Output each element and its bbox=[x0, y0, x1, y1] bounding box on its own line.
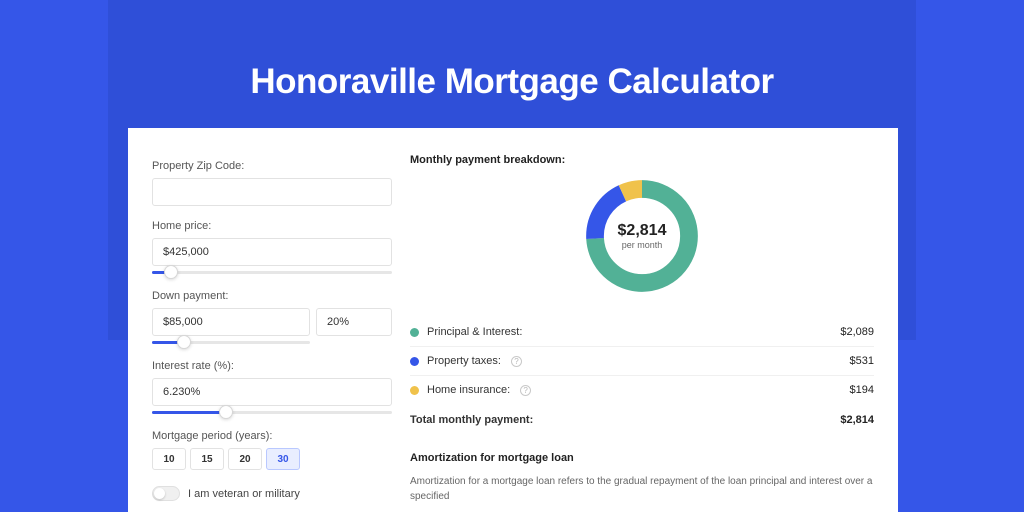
legend-value: $531 bbox=[850, 355, 874, 367]
veteran-toggle-row: I am veteran or military bbox=[152, 486, 392, 501]
form-column: Property Zip Code: Home price: Down paym… bbox=[152, 160, 392, 501]
page-title: Honoraville Mortgage Calculator bbox=[0, 62, 1024, 102]
legend-value: $194 bbox=[850, 384, 874, 396]
donut-chart: $2,814 per month bbox=[580, 174, 704, 298]
legend-value: $2,089 bbox=[840, 326, 874, 338]
mortgage-period-group: Mortgage period (years): 10152030 bbox=[152, 430, 392, 470]
legend-dot bbox=[410, 386, 419, 395]
down-payment-label: Down payment: bbox=[152, 290, 392, 302]
zip-group: Property Zip Code: bbox=[152, 160, 392, 206]
period-btn-15[interactable]: 15 bbox=[190, 448, 224, 470]
legend-row-2: Home insurance:? $194 bbox=[410, 376, 874, 404]
zip-label: Property Zip Code: bbox=[152, 160, 392, 172]
interest-rate-slider-fill bbox=[152, 411, 226, 414]
interest-rate-input[interactable] bbox=[152, 378, 392, 406]
home-price-group: Home price: bbox=[152, 220, 392, 278]
home-price-slider-thumb[interactable] bbox=[164, 265, 178, 279]
donut-sub: per month bbox=[622, 240, 663, 250]
interest-rate-label: Interest rate (%): bbox=[152, 360, 392, 372]
down-payment-input[interactable] bbox=[152, 308, 310, 336]
period-btn-30[interactable]: 30 bbox=[266, 448, 300, 470]
legend-label: Principal & Interest: bbox=[427, 326, 522, 338]
legend-dot bbox=[410, 328, 419, 337]
legend: Principal & Interest: $2,089 Property taxe… bbox=[410, 318, 874, 404]
zip-input[interactable] bbox=[152, 178, 392, 206]
donut-amount: $2,814 bbox=[618, 222, 667, 240]
calculator-card: Property Zip Code: Home price: Down paym… bbox=[128, 128, 898, 512]
interest-rate-slider-thumb[interactable] bbox=[219, 405, 233, 419]
breakdown-column: Monthly payment breakdown: $2,814 per mo… bbox=[410, 154, 874, 504]
donut-center: $2,814 per month bbox=[580, 174, 704, 298]
veteran-toggle[interactable] bbox=[152, 486, 180, 501]
home-price-label: Home price: bbox=[152, 220, 392, 232]
interest-rate-group: Interest rate (%): bbox=[152, 360, 392, 418]
total-label: Total monthly payment: bbox=[410, 414, 533, 426]
amortization-title: Amortization for mortgage loan bbox=[410, 452, 874, 464]
mortgage-period-options: 10152030 bbox=[152, 448, 392, 470]
home-price-input[interactable] bbox=[152, 238, 392, 266]
breakdown-title: Monthly payment breakdown: bbox=[410, 154, 874, 166]
period-btn-20[interactable]: 20 bbox=[228, 448, 262, 470]
legend-label: Home insurance: bbox=[427, 384, 510, 396]
amortization-section: Amortization for mortgage loan Amortizat… bbox=[410, 452, 874, 504]
legend-row-1: Property taxes:? $531 bbox=[410, 347, 874, 376]
donut-chart-wrap: $2,814 per month bbox=[410, 174, 874, 298]
total-value: $2,814 bbox=[840, 414, 874, 426]
down-payment-group: Down payment: bbox=[152, 290, 392, 348]
period-btn-10[interactable]: 10 bbox=[152, 448, 186, 470]
veteran-toggle-knob bbox=[154, 488, 165, 499]
legend-row-0: Principal & Interest: $2,089 bbox=[410, 318, 874, 347]
info-icon[interactable]: ? bbox=[520, 385, 531, 396]
amortization-body: Amortization for a mortgage loan refers … bbox=[410, 474, 874, 504]
info-icon[interactable]: ? bbox=[511, 356, 522, 367]
interest-rate-slider[interactable] bbox=[152, 408, 392, 418]
legend-label: Property taxes: bbox=[427, 355, 501, 367]
down-payment-slider-thumb[interactable] bbox=[177, 335, 191, 349]
legend-dot bbox=[410, 357, 419, 366]
mortgage-period-label: Mortgage period (years): bbox=[152, 430, 392, 442]
down-payment-slider[interactable] bbox=[152, 338, 310, 348]
home-price-slider[interactable] bbox=[152, 268, 392, 278]
down-payment-pct-input[interactable] bbox=[316, 308, 392, 336]
veteran-label: I am veteran or military bbox=[188, 488, 300, 500]
total-row: Total monthly payment: $2,814 bbox=[410, 404, 874, 426]
